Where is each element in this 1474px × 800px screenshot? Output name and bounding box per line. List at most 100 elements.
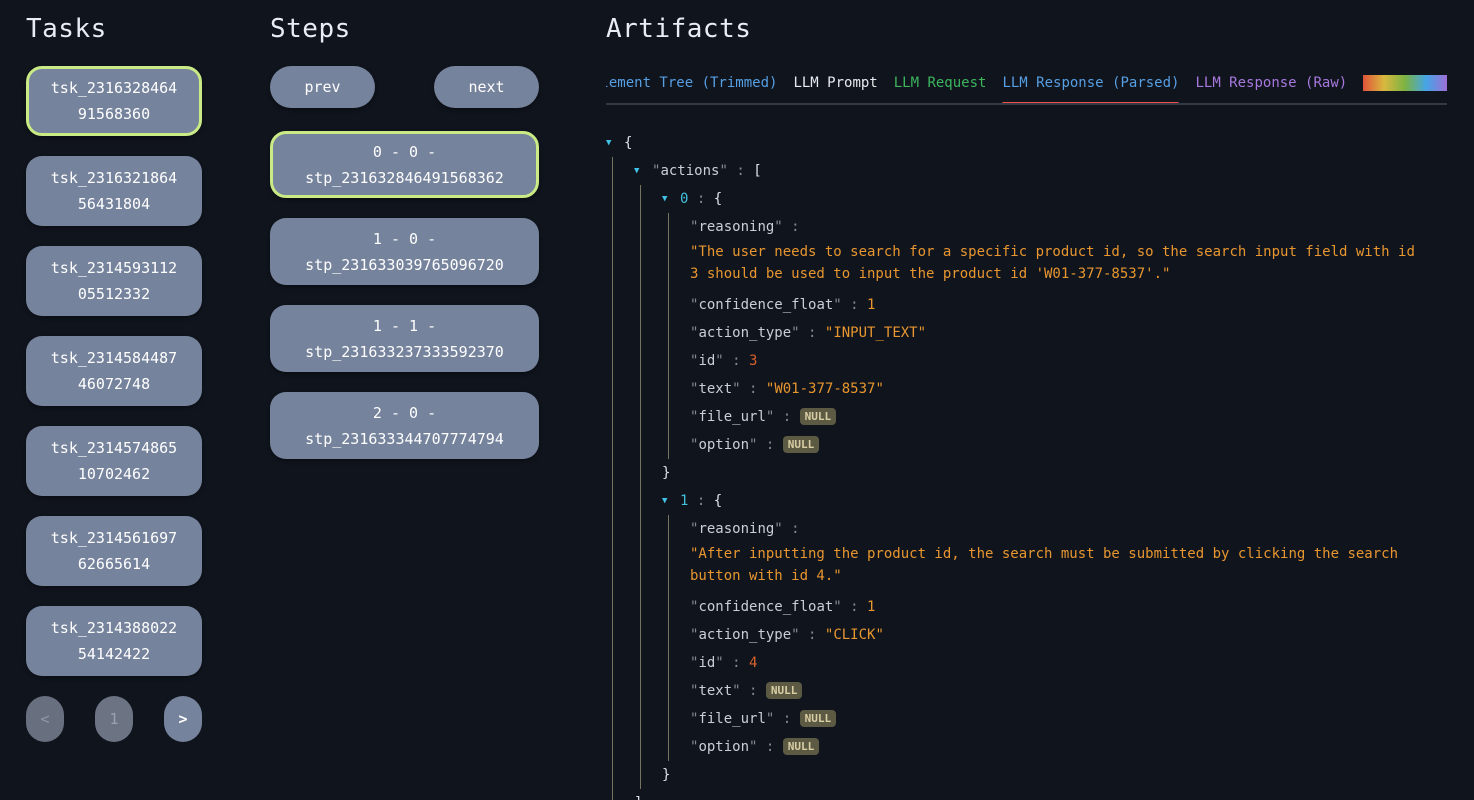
step-index-label: 2 - 0 - bbox=[373, 400, 436, 426]
json-key: id bbox=[698, 353, 715, 369]
colon: : bbox=[741, 381, 766, 397]
artifact-tab-label: LLM Prompt bbox=[793, 75, 877, 91]
null-badge: NULL bbox=[800, 408, 837, 425]
step-id-label: stp_231633237333592370 bbox=[305, 339, 504, 365]
colon: : bbox=[688, 493, 713, 509]
steps-panel: Steps prev next 0 - 0 -stp_2316328464915… bbox=[270, 14, 539, 479]
json-key: reasoning bbox=[698, 521, 774, 537]
artifacts-title: Artifacts bbox=[606, 14, 1447, 44]
json-line: "option" : NULL bbox=[690, 431, 1447, 459]
colon: : bbox=[842, 599, 867, 615]
json-key: option bbox=[698, 437, 749, 453]
artifact-tab-label: Element Tree (Trimmed) bbox=[606, 75, 777, 91]
json-node: "confidence_float" : 1 bbox=[690, 593, 1447, 621]
collapse-toggle-icon[interactable]: ▼ bbox=[662, 487, 680, 515]
step-next-button[interactable]: next bbox=[434, 66, 539, 108]
colon: : bbox=[783, 521, 800, 537]
json-line: ▼0 : { bbox=[662, 185, 1447, 213]
task-button[interactable]: tsk_231459311205512332 bbox=[26, 246, 202, 316]
task-button[interactable]: tsk_231458448746072748 bbox=[26, 336, 202, 406]
collapse-toggle-icon[interactable]: ▼ bbox=[606, 129, 624, 157]
step-id-label: stp_231633344707774794 bbox=[305, 426, 504, 452]
artifact-tab[interactable]: LLM Prompt bbox=[793, 71, 877, 103]
colon: : bbox=[741, 683, 766, 699]
json-line: "action_type" : "INPUT_TEXT" bbox=[690, 319, 1447, 347]
collapse-toggle-icon[interactable]: ▼ bbox=[634, 157, 652, 185]
json-line: "text" : "W01-377-8537" bbox=[690, 375, 1447, 403]
task-button[interactable]: tsk_231632186456431804 bbox=[26, 156, 202, 226]
json-key: confidence_float bbox=[698, 297, 833, 313]
colon: : bbox=[774, 711, 799, 727]
prev-page-button[interactable]: < bbox=[26, 696, 64, 742]
step-button[interactable]: 2 - 0 -stp_231633344707774794 bbox=[270, 392, 539, 459]
json-key: option bbox=[698, 739, 749, 755]
json-key: text bbox=[698, 381, 732, 397]
json-string-value: "The user needs to search for a specific… bbox=[690, 244, 1415, 282]
json-node: "text" : NULL bbox=[690, 677, 1447, 705]
json-key: text bbox=[698, 683, 732, 699]
task-button[interactable]: tsk_231457486510702462 bbox=[26, 426, 202, 496]
null-badge: NULL bbox=[766, 682, 803, 699]
json-key: actions bbox=[660, 163, 719, 179]
tasks-title: Tasks bbox=[26, 14, 202, 44]
quote: " bbox=[719, 163, 727, 179]
collapse-toggle-icon[interactable]: ▼ bbox=[662, 185, 680, 213]
null-badge: NULL bbox=[783, 436, 820, 453]
artifact-tab-label: LLM Request bbox=[894, 75, 987, 91]
artifact-tab[interactable]: LLM Response (Parsed) bbox=[1002, 71, 1179, 103]
json-string-value: "INPUT_TEXT" bbox=[825, 325, 926, 341]
json-key: reasoning bbox=[698, 219, 774, 235]
json-node: "text" : "W01-377-8537" bbox=[690, 375, 1447, 403]
json-string-block: "The user needs to search for a specific… bbox=[690, 241, 1420, 285]
colon: : bbox=[783, 219, 800, 235]
open-bracket: [ bbox=[753, 163, 761, 179]
artifact-tab[interactable]: Html (Raw) bbox=[1363, 71, 1447, 103]
task-button[interactable]: tsk_231456169762665614 bbox=[26, 516, 202, 586]
step-prev-button[interactable]: prev bbox=[270, 66, 375, 108]
step-list: 0 - 0 -stp_231632846491568362 1 - 0 -stp_… bbox=[270, 131, 539, 459]
json-node: "reasoning" : "After inputting the produ… bbox=[690, 515, 1447, 587]
quote: " bbox=[715, 655, 723, 671]
json-node: ▼1 : {"reasoning" : "After inputting the… bbox=[662, 487, 1447, 789]
json-line: "action_type" : "CLICK" bbox=[690, 621, 1447, 649]
json-number-value: 1 bbox=[867, 297, 875, 313]
json-children: ▼"actions" : [▼0 : {"reasoning" : "The u… bbox=[612, 157, 1447, 800]
colon: : bbox=[800, 325, 825, 341]
quote: " bbox=[774, 521, 782, 537]
json-line: ▼{ bbox=[606, 129, 1447, 157]
quote: " bbox=[715, 353, 723, 369]
json-string-value: "After inputting the product id, the sea… bbox=[690, 546, 1398, 584]
step-button[interactable]: 0 - 0 -stp_231632846491568362 bbox=[270, 131, 539, 198]
open-bracket: { bbox=[714, 191, 722, 207]
json-node: "file_url" : NULL bbox=[690, 403, 1447, 431]
step-id-label: stp_231633039765096720 bbox=[305, 252, 504, 278]
quote: " bbox=[732, 683, 740, 699]
json-tree-viewer[interactable]: ▼{▼"actions" : [▼0 : {"reasoning" : "The… bbox=[606, 129, 1447, 800]
task-button[interactable]: tsk_231632846491568360 bbox=[26, 66, 202, 136]
current-page-button[interactable]: 1 bbox=[95, 696, 133, 742]
artifact-tab[interactable]: LLM Response (Raw) bbox=[1195, 71, 1347, 103]
step-id-label: stp_231632846491568362 bbox=[305, 165, 504, 191]
step-index-label: 1 - 1 - bbox=[373, 313, 436, 339]
json-node: "confidence_float" : 1 bbox=[690, 291, 1447, 319]
step-button[interactable]: 1 - 0 -stp_231633039765096720 bbox=[270, 218, 539, 285]
artifact-tab[interactable]: Element Tree (Trimmed) bbox=[606, 71, 777, 103]
json-node: "action_type" : "INPUT_TEXT" bbox=[690, 319, 1447, 347]
close-bracket: } bbox=[662, 465, 670, 481]
step-button[interactable]: 1 - 1 -stp_231633237333592370 bbox=[270, 305, 539, 372]
task-button[interactable]: tsk_231438802254142422 bbox=[26, 606, 202, 676]
tasks-pagination: < 1 > bbox=[26, 696, 202, 742]
json-line: "file_url" : NULL bbox=[690, 403, 1447, 431]
json-node: "option" : NULL bbox=[690, 431, 1447, 459]
colon: : bbox=[728, 163, 753, 179]
json-key: file_url bbox=[698, 711, 765, 727]
close-bracket: ] bbox=[634, 795, 642, 800]
json-key: confidence_float bbox=[698, 599, 833, 615]
artifact-tab-label: LLM Response (Parsed) bbox=[1002, 75, 1179, 91]
json-node: "id" : 4 bbox=[690, 649, 1447, 677]
json-children: "reasoning" : "The user needs to search … bbox=[668, 213, 1447, 459]
artifact-tab[interactable]: LLM Request bbox=[894, 71, 987, 103]
next-page-button[interactable]: > bbox=[164, 696, 202, 742]
json-children: "reasoning" : "After inputting the produ… bbox=[668, 515, 1447, 761]
json-string-value: "W01-377-8537" bbox=[766, 381, 884, 397]
